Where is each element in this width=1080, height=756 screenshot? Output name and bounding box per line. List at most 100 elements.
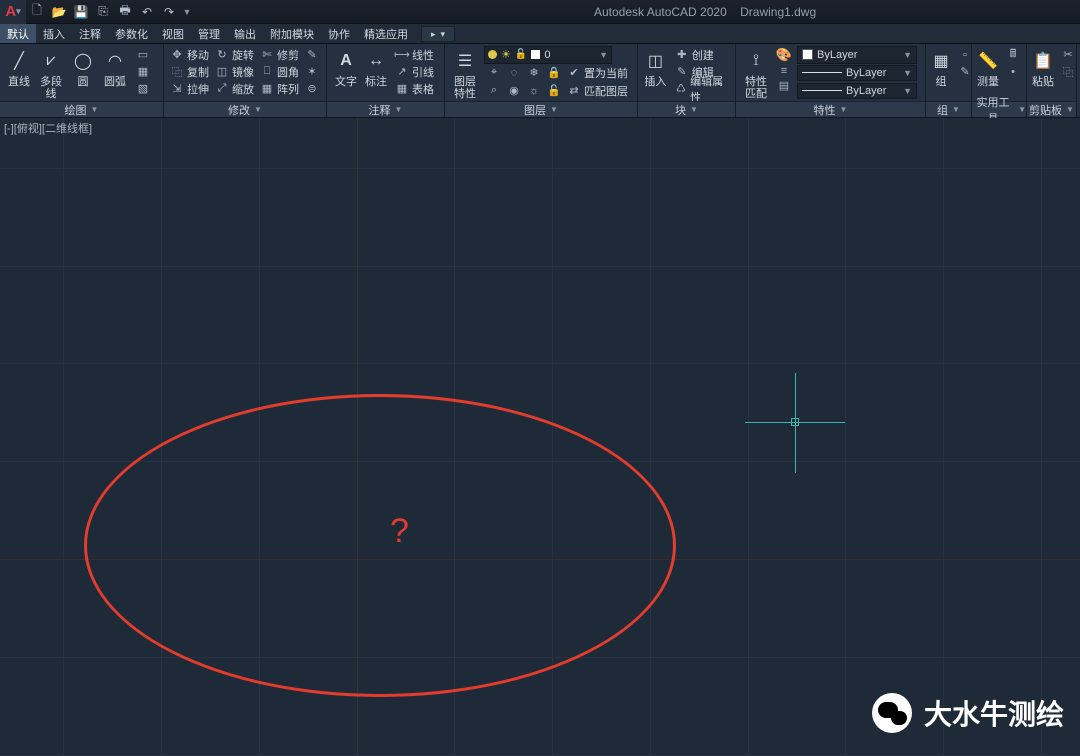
panel-draw-title[interactable]: 绘图▼ bbox=[0, 101, 163, 117]
play-dropdown[interactable]: ▸ ▾ bbox=[421, 26, 455, 42]
cmd-line[interactable]: ╱ 直线 bbox=[3, 46, 35, 88]
arc-icon: ◠ bbox=[102, 48, 128, 74]
cmd-move[interactable]: ✥移动 bbox=[167, 47, 212, 63]
chevron-down-icon: ▼ bbox=[840, 105, 848, 114]
polyline-icon: ⩗ bbox=[38, 48, 64, 74]
cmd-region[interactable]: ▧ bbox=[133, 82, 153, 96]
color-wheel-icon[interactable]: 🎨 bbox=[776, 47, 792, 63]
cmd-block-create[interactable]: ✚创建 bbox=[672, 47, 717, 63]
qat-saveas-icon[interactable]: ⎘ bbox=[93, 2, 113, 22]
cmd-group[interactable]: ▦ 组 bbox=[929, 46, 953, 88]
rect-icon: ▭ bbox=[136, 48, 150, 62]
cmd-layer-setcurrent[interactable]: ✔置为当前 bbox=[564, 65, 631, 81]
cmd-mirror[interactable]: ◫镜像 bbox=[212, 64, 257, 80]
tab-parametric[interactable]: 参数化 bbox=[108, 24, 155, 43]
panel-block-title[interactable]: 块▼ bbox=[638, 101, 735, 117]
layer-on-icon bbox=[488, 50, 497, 59]
qat-save-icon[interactable]: 💾 bbox=[71, 2, 91, 22]
fillet-icon: ⎕ bbox=[260, 65, 274, 79]
cmd-fillet[interactable]: ⎕圆角 bbox=[257, 64, 302, 80]
qat-open-icon[interactable]: 📂 bbox=[49, 2, 69, 22]
cmd-calc[interactable]: 🖩 bbox=[1003, 48, 1023, 62]
cmd-paste[interactable]: 📋 粘贴 bbox=[1030, 46, 1056, 88]
cmd-scale[interactable]: ⤢缩放 bbox=[212, 81, 257, 97]
cmd-offset[interactable]: ⊜ bbox=[302, 82, 322, 96]
panel-group-title[interactable]: 组▼ bbox=[926, 101, 971, 117]
cmd-table[interactable]: ▦表格 bbox=[392, 81, 437, 97]
panel-modify-title[interactable]: 修改▼ bbox=[164, 101, 326, 117]
lineweight-dropdown[interactable]: ByLayer ▼ bbox=[797, 65, 917, 81]
cmd-text[interactable]: A 文字 bbox=[330, 46, 362, 88]
cmd-measure[interactable]: 📏 测量 bbox=[975, 46, 1001, 88]
cmd-layer-lock[interactable]: 🔒 bbox=[544, 66, 564, 80]
cmd-explode[interactable]: ✶ bbox=[302, 65, 322, 79]
cmd-circle[interactable]: ◯ 圆 bbox=[67, 46, 99, 88]
panel-utilities-title[interactable]: 实用工具▼ bbox=[972, 101, 1026, 117]
tab-addons[interactable]: 附加模块 bbox=[263, 24, 321, 43]
cmd-dim-linear[interactable]: ⟼线性 bbox=[392, 47, 437, 63]
quick-access-toolbar: 🗋 📂 💾 ⎘ 🖶 ↶ ↷ ▼ bbox=[26, 0, 194, 24]
cmd-copy-clip[interactable]: ⿻ bbox=[1058, 65, 1078, 79]
qat-plot-icon[interactable]: 🖶 bbox=[115, 2, 135, 22]
cmd-layer-frz[interactable]: ❄ bbox=[524, 66, 544, 80]
cmd-polyline[interactable]: ⩗ 多段线 bbox=[35, 46, 67, 100]
linetype-dropdown[interactable]: ByLayer ▼ bbox=[797, 83, 917, 99]
cmd-trim[interactable]: ✄修剪 bbox=[257, 47, 302, 63]
cmd-layer-props[interactable]: ☰ 图层 特性 bbox=[448, 46, 482, 100]
color-dropdown[interactable]: ByLayer ▼ bbox=[797, 46, 917, 64]
qat-redo-icon[interactable]: ↷ bbox=[159, 2, 179, 22]
cmd-rotate[interactable]: ↻旋转 bbox=[212, 47, 257, 63]
tab-collab[interactable]: 协作 bbox=[321, 24, 357, 43]
panel-annotate-title[interactable]: 注释▼ bbox=[327, 101, 444, 117]
tab-insert[interactable]: 插入 bbox=[36, 24, 72, 43]
cmd-leader[interactable]: ↗引线 bbox=[392, 64, 437, 80]
viewport-controls[interactable]: [-][俯视][二维线框] bbox=[4, 120, 92, 136]
cmd-cut[interactable]: ✂ bbox=[1058, 48, 1078, 62]
cmd-match-props[interactable]: ⟟ 特性 匹配 bbox=[739, 46, 773, 100]
color-bylayer-icon[interactable]: ≡ bbox=[781, 65, 787, 77]
transparency-icon[interactable]: ▤ bbox=[779, 79, 789, 92]
cmd-copy[interactable]: ⿻复制 bbox=[167, 64, 212, 80]
qat-dropdown-icon[interactable]: ▼ bbox=[180, 0, 194, 24]
tab-view[interactable]: 视图 bbox=[155, 24, 191, 43]
panel-clipboard-title[interactable]: 剪贴板▼ bbox=[1027, 101, 1076, 117]
panel-properties-title[interactable]: 特性▼ bbox=[736, 101, 925, 117]
layer-iso-icon: ⌖ bbox=[487, 66, 501, 80]
cmd-layer-match[interactable]: ⇄匹配图层 bbox=[564, 83, 631, 99]
tab-default[interactable]: 默认 bbox=[0, 24, 36, 43]
qat-new-icon[interactable]: 🗋 bbox=[27, 2, 47, 22]
window-title: Autodesk AutoCAD 2020 Drawing1.dwg bbox=[594, 5, 816, 19]
drawing-area[interactable]: ? 大水牛测绘 bbox=[0, 118, 1080, 755]
cmd-block-attedit[interactable]: ♺编辑属性 bbox=[672, 73, 732, 105]
cmd-layer-iso[interactable]: ⌖ bbox=[484, 66, 504, 80]
qat-undo-icon[interactable]: ↶ bbox=[137, 2, 157, 22]
tab-output[interactable]: 输出 bbox=[227, 24, 263, 43]
panel-annotate: A 文字 ↔ 标注 ⟼线性 ↗引线 ▦表格 注释▼ bbox=[327, 44, 445, 117]
panel-layers-title[interactable]: 图层▼ bbox=[445, 101, 637, 117]
cmd-erase[interactable]: ✎ bbox=[302, 48, 322, 62]
chevron-down-icon: ▼ bbox=[550, 105, 558, 114]
tab-manage[interactable]: 管理 bbox=[191, 24, 227, 43]
app-logo[interactable]: A▾ bbox=[0, 0, 26, 24]
cmd-layer-thaw[interactable]: ☼ bbox=[524, 84, 544, 98]
cmd-layer-unlock[interactable]: 🔓 bbox=[544, 84, 564, 98]
cmd-layer-uniso[interactable]: ⌕ bbox=[484, 84, 504, 98]
cmd-stretch[interactable]: ⇲拉伸 bbox=[167, 81, 212, 97]
cmd-dim[interactable]: ↔ 标注 bbox=[362, 46, 390, 88]
cmd-layer-off[interactable]: ◌ bbox=[504, 66, 524, 80]
tab-annotate[interactable]: 注释 bbox=[72, 24, 108, 43]
cmd-hatch[interactable]: ▦ bbox=[133, 65, 153, 79]
circle-icon: ◯ bbox=[70, 48, 96, 74]
tab-featured[interactable]: 精选应用 bbox=[357, 24, 415, 43]
cmd-block-insert[interactable]: ◫ 插入 bbox=[641, 46, 670, 88]
cmd-array[interactable]: ▦阵列 bbox=[257, 81, 302, 97]
layer-off-icon: ◌ bbox=[507, 66, 521, 80]
stretch-icon: ⇲ bbox=[170, 82, 184, 96]
cmd-rect[interactable]: ▭ bbox=[133, 48, 153, 62]
cmd-arc[interactable]: ◠ 圆弧 bbox=[99, 46, 131, 88]
cmd-point[interactable]: • bbox=[1003, 65, 1023, 79]
cmd-layer-on[interactable]: ◉ bbox=[504, 84, 524, 98]
copy-clip-icon: ⿻ bbox=[1061, 65, 1075, 79]
layer-props-icon: ☰ bbox=[452, 48, 478, 74]
layer-dropdown[interactable]: ☀ 🔓 0 ▼ bbox=[484, 46, 612, 64]
